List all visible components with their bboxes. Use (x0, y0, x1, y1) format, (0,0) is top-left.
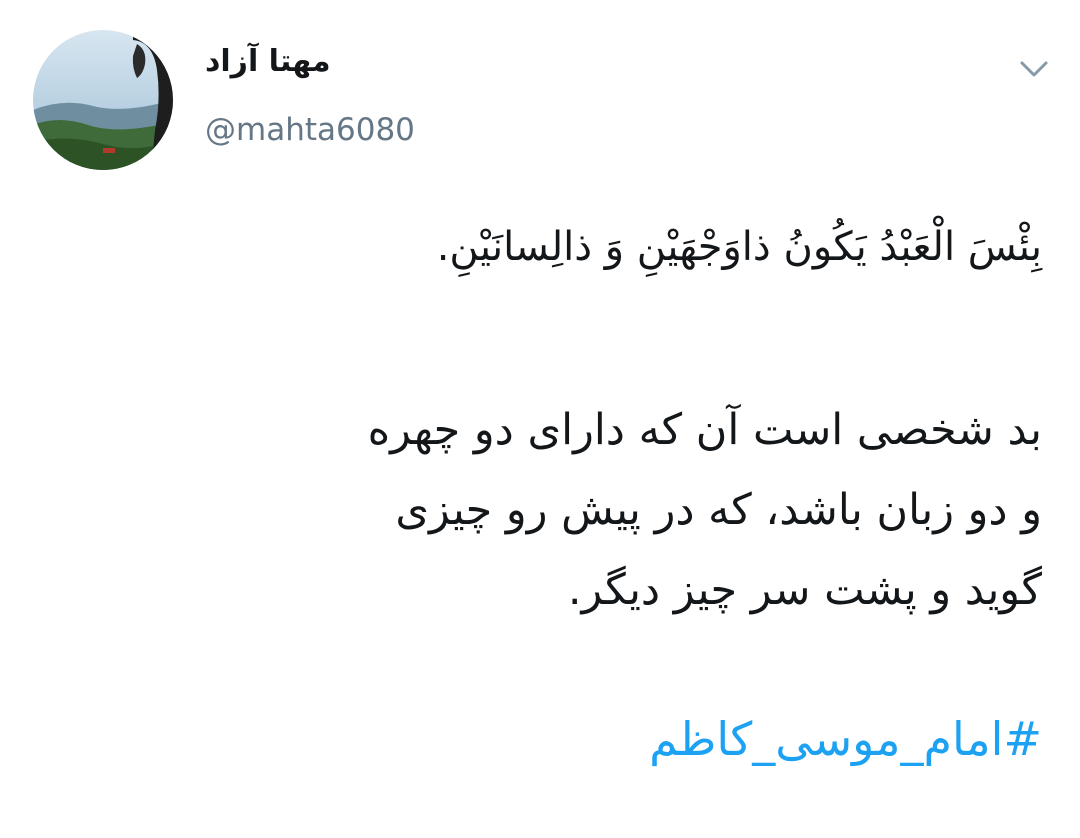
tweet-text-line1: بِئْسَ الْعَبْدُ يَكُونُ ذاوَجْهَيْنِ وَ… (436, 224, 1042, 270)
avatar-photo-icon (33, 30, 173, 170)
author-handle[interactable]: @mahta6080 (205, 112, 415, 148)
author-avatar[interactable] (33, 30, 173, 170)
hashtag-link[interactable]: #امام_موسی_کاظم (649, 712, 1042, 766)
tweet-text-line: گوید و پشت سر چیز دیگر. (567, 565, 1042, 615)
author-display-name[interactable]: مهتا آزاد (205, 44, 331, 79)
tweet-text-line: و دو زبان باشد، که در پیش رو چیزی (395, 485, 1042, 535)
tweet-text-line: بد شخصی است آن که دارای دو چهره (367, 405, 1042, 455)
tweet-text-paragraph: بد شخصی است آن که دارای دو چهره و دو زبا… (102, 390, 1042, 630)
tweet-card: مهتا آزاد @mahta6080 بِئْسَ الْعَبْدُ يَ… (0, 0, 1080, 838)
tweet-menu-button[interactable] (1016, 54, 1052, 84)
chevron-down-icon (1020, 61, 1048, 77)
